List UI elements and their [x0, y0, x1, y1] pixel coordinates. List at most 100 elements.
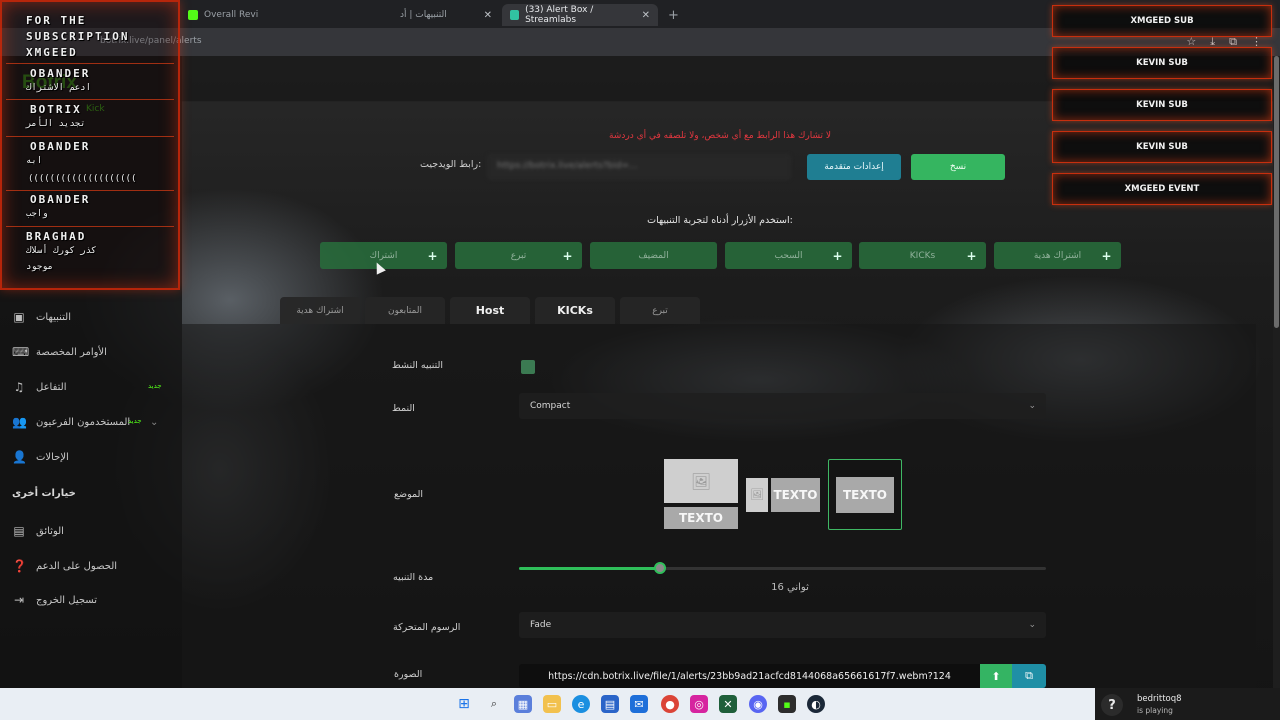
help-icon: ❓	[12, 559, 27, 573]
music-icon: ♫	[13, 380, 25, 394]
animation-select[interactable]: Fade ⌄	[519, 612, 1046, 638]
test-kicks-button[interactable]: KICKs +	[859, 242, 986, 269]
feed-line: تجديد الأمر	[26, 119, 86, 129]
test-raffle-button[interactable]: السحب +	[725, 242, 852, 269]
chevron-down-icon: ⌄	[1028, 401, 1036, 411]
close-tab-icon[interactable]: ✕	[484, 10, 492, 21]
tab-label: التنبيهات | أد	[400, 10, 447, 20]
test-gift-sub-button[interactable]: اشتراك هدية +	[994, 242, 1121, 269]
sidebar-item-referrals[interactable]: 👤 الإحالات	[12, 450, 69, 464]
upload-icon[interactable]: ⬆	[980, 664, 1012, 688]
sidebar-item-label: الحصول على الدعم	[36, 560, 118, 572]
xbox-icon[interactable]: ✕	[719, 695, 737, 713]
scrollbar-thumb[interactable]	[1274, 56, 1279, 328]
new-tab-button[interactable]: +	[660, 4, 687, 26]
feed-line: موجود	[26, 262, 54, 272]
test-host-button[interactable]: المضيف	[590, 242, 717, 269]
feed-divider	[6, 136, 174, 137]
feed-divider	[6, 226, 174, 227]
feed-divider	[6, 190, 174, 191]
users-icon: 👥	[12, 415, 27, 429]
edge-icon[interactable]: e	[572, 695, 590, 713]
feed-line: BRAGHAD	[26, 230, 87, 243]
tab-followers[interactable]: المتابعون	[365, 297, 445, 324]
steam-icon[interactable]: ◐	[807, 695, 825, 713]
button-label: اشتراك	[369, 250, 398, 261]
image-url-field[interactable]: https://cdn.botrix.live/file/1/alerts/23…	[519, 664, 980, 688]
sidebar-item-label: الأوامر المخصصة	[36, 346, 107, 358]
sidebar-item-label: تسجيل الخروج	[36, 594, 98, 606]
feed-line: ((((((((((((((((((((	[28, 174, 137, 184]
tab-donation[interactable]: تبرع	[620, 297, 700, 324]
position-option-text-over-image[interactable]: TEXTO	[828, 459, 902, 530]
security-warning: لا تشارك هذا الرابط مع أي شخص، ولا تلصقه…	[608, 131, 832, 141]
button-label: KICKs	[909, 250, 936, 261]
position-option-image-beside-text[interactable]: 🖼 TEXTO	[746, 459, 820, 530]
advanced-settings-button[interactable]: إعدادات متقدمة	[807, 154, 901, 180]
sidebar-item-logout[interactable]: ⇥ تسجيل الخروج	[12, 593, 97, 607]
image-label: الصورة	[394, 669, 423, 680]
tab-label: Overall Revi	[204, 10, 259, 20]
style-select[interactable]: Compact ⌄	[519, 393, 1046, 419]
sidebar-item-support[interactable]: ❓ الحصول على الدعم	[12, 559, 117, 573]
sidebar-item-docs[interactable]: ▤ الوثائق	[12, 524, 64, 538]
feed-line: SUBSCRIPTION	[26, 30, 130, 43]
widgets-icon[interactable]: ▦	[514, 695, 532, 713]
feed-line: OBANDER	[30, 193, 91, 206]
logout-icon: ⇥	[13, 593, 25, 607]
animation-label: الرسوم المتحركة	[393, 622, 461, 633]
tab-host[interactable]: Host	[450, 297, 530, 324]
close-tab-icon[interactable]: ✕	[642, 10, 650, 21]
sidebar-item-subusers[interactable]: 👥 المستخدمون الفرعيون ⌄	[12, 415, 158, 429]
feed-line: كذر كورك أسلاك	[26, 246, 97, 256]
widget-url-field[interactable]: https://botrix.live/alerts?bid=...	[487, 154, 791, 180]
feed-line: ابه	[26, 156, 43, 166]
tab-gift-sub[interactable]: اشتراك هدية	[280, 297, 360, 324]
chevron-down-icon: ⌄	[1028, 620, 1036, 630]
copy-button[interactable]: نسخ	[911, 154, 1005, 180]
discord-icon[interactable]: ◉	[749, 695, 767, 713]
active-alert-toggle[interactable]	[521, 360, 535, 374]
event-feed-item: XMGEED SUB	[1052, 5, 1272, 37]
duration-slider[interactable]	[519, 562, 1046, 574]
referral-icon: 👤	[12, 450, 27, 464]
document-icon: ▤	[13, 524, 25, 538]
sidebar-item-commands[interactable]: ⌨ الأوامر المخصصة	[12, 345, 107, 359]
event-feed-item: KEVIN SUB	[1052, 89, 1272, 121]
sidebar-item-alerts[interactable]: ▣ التنبيهات	[12, 310, 71, 324]
chevron-down-icon[interactable]: ⌄	[150, 417, 158, 428]
slider-handle[interactable]	[653, 562, 666, 574]
feed-line: ادعم الاشتراك	[26, 83, 92, 93]
page-scrollbar[interactable]	[1273, 56, 1280, 688]
tab-kicks[interactable]: KICKs	[535, 297, 615, 324]
plus-icon: +	[832, 248, 843, 263]
event-feed-item: KEVIN SUB	[1052, 47, 1272, 79]
test-donation-button[interactable]: تبرع +	[455, 242, 582, 269]
sidebar-item-interaction[interactable]: ♫ التفاعل	[12, 380, 67, 394]
plus-icon: +	[562, 248, 573, 263]
command-icon: ⌨	[12, 345, 30, 359]
instagram-icon[interactable]: ◎	[690, 695, 708, 713]
feed-line: واجب	[26, 209, 48, 219]
plus-icon: +	[1101, 248, 1112, 263]
feed-line: OBANDER	[30, 67, 91, 80]
button-label: تبرع	[510, 250, 527, 261]
kick-app-icon[interactable]: ▪	[778, 695, 796, 713]
style-label: النمط	[392, 403, 415, 414]
media-library-icon[interactable]: ⧉	[1012, 664, 1046, 688]
browser-tab-1[interactable]: Overall Revi	[180, 4, 390, 26]
store-icon[interactable]: ▤	[601, 695, 619, 713]
steam-status: is playing	[1137, 706, 1173, 715]
file-explorer-icon[interactable]: ▭	[543, 695, 561, 713]
search-icon[interactable]: ⌕	[485, 695, 503, 713]
browser-tab-2[interactable]: التنبيهات | أد ✕	[392, 4, 500, 26]
position-option-image-above-text[interactable]: 🖼 TEXTO	[664, 459, 738, 530]
widget-url-label: رابط الويدجيت:	[420, 159, 482, 170]
feed-line: OBANDER	[30, 140, 91, 153]
mail-icon[interactable]: ✉	[630, 695, 648, 713]
position-label: الموضع	[394, 489, 424, 500]
new-badge: جديد	[148, 382, 162, 390]
browser-tab-3[interactable]: (33) Alert Box / Streamlabs ✕	[502, 4, 658, 26]
windows-start-icon[interactable]: ⊞	[455, 695, 473, 713]
chrome-icon[interactable]: ●	[661, 695, 679, 713]
